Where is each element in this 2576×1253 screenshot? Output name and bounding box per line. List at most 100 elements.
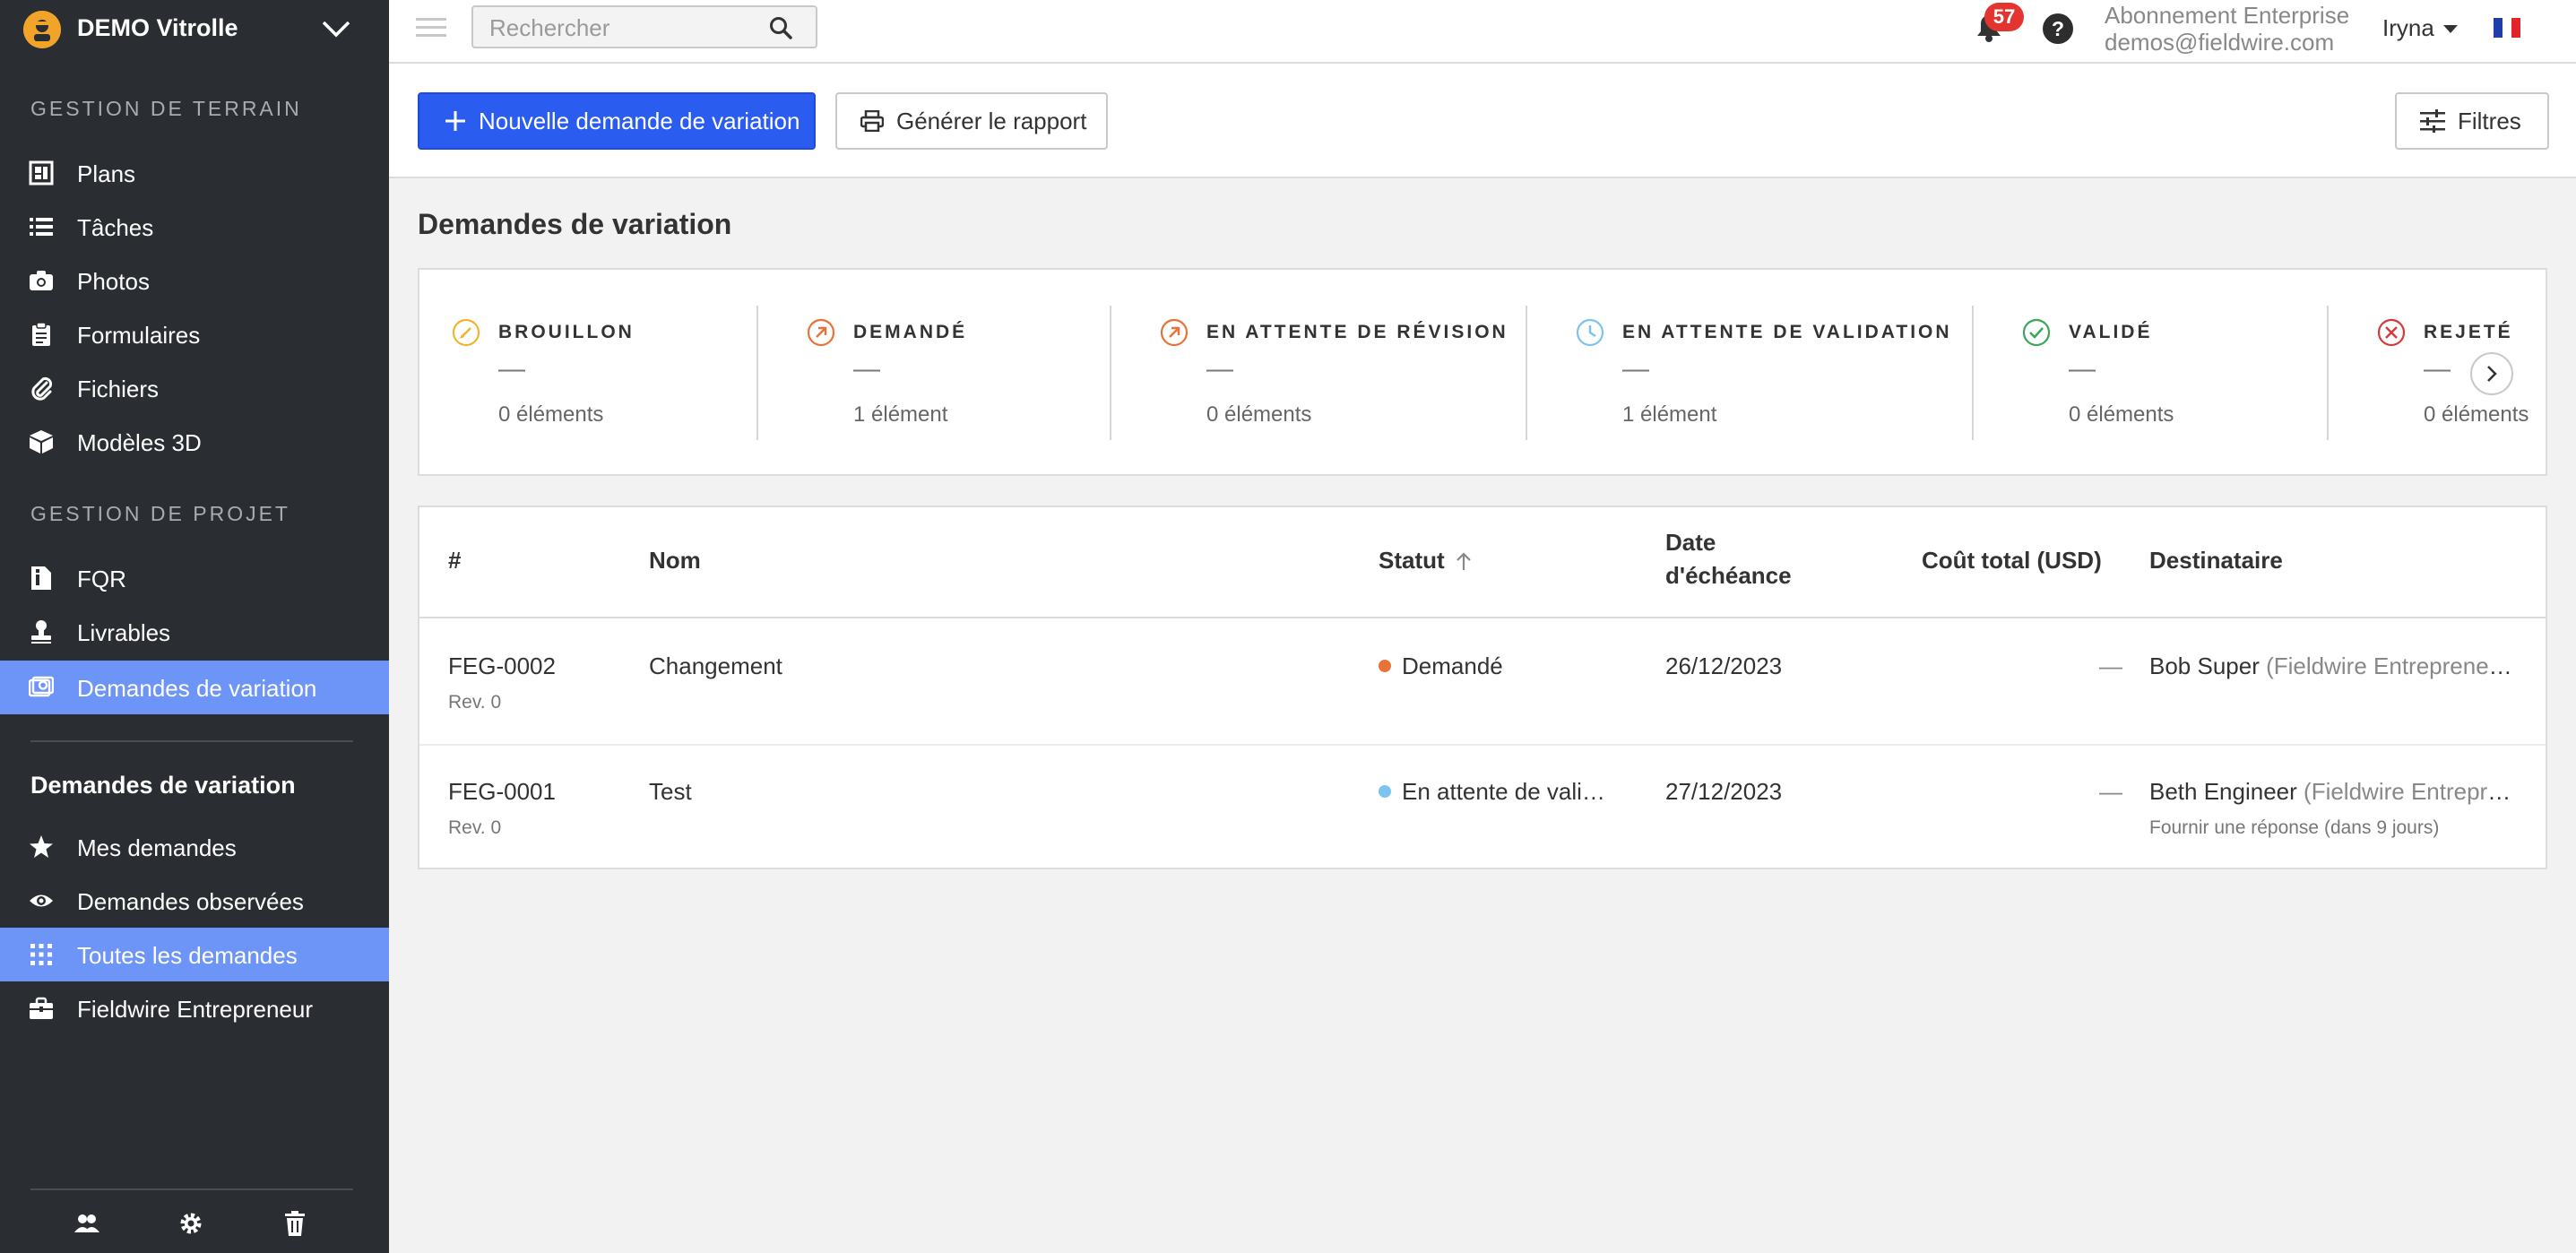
status-divider <box>1972 306 1974 440</box>
sidebar-item-label: Demandes de variation <box>77 675 317 702</box>
status-divider <box>1526 306 1527 440</box>
section-heading-project: GESTION DE PROJET <box>30 502 290 525</box>
status-value: — <box>2424 354 2451 384</box>
sidebar-divider <box>30 740 353 742</box>
status-rejected[interactable]: REJETÉ — 0 éléments <box>2345 270 2546 474</box>
column-header-recipient[interactable]: Destinataire <box>2149 547 2283 575</box>
status-validated[interactable]: VALIDÉ — 0 éléments <box>1990 270 2325 474</box>
plans-icon <box>29 160 54 186</box>
section-heading-field: GESTION DE TERRAIN <box>30 97 302 120</box>
column-header-due-line1: Date <box>1665 529 1716 556</box>
status-count: 0 éléments <box>2424 402 2529 427</box>
caret-down-icon[interactable] <box>2443 25 2458 34</box>
sidebar-item-label: FQR <box>77 566 126 592</box>
subscription-label: Abonnement Enterprise <box>2105 2 2350 29</box>
trash-icon[interactable] <box>281 1210 308 1237</box>
row-status-label: En attente de vali… <box>1402 778 1605 805</box>
chevron-down-icon[interactable] <box>321 18 351 39</box>
column-header-number[interactable]: # <box>448 547 461 575</box>
sidebar-item-all-requests[interactable]: Toutes les demandes <box>0 928 389 981</box>
status-draft[interactable]: BROUILLON — 0 éléments <box>419 270 756 474</box>
sort-ascending-icon[interactable] <box>1456 551 1472 571</box>
account-email: demos@fieldwire.com <box>2105 29 2335 56</box>
cube-icon <box>29 429 54 454</box>
arrow-up-right-circle-icon <box>807 318 835 347</box>
subsection-title: Demandes de variation <box>30 772 296 799</box>
menu-icon[interactable] <box>416 16 446 39</box>
sidebar-item-label: Mes demandes <box>77 834 237 861</box>
sidebar-item-label: Modèles 3D <box>77 429 202 456</box>
sidebar: DEMO Vitrolle GESTION DE TERRAIN Plans T… <box>0 0 389 1253</box>
arrow-up-right-circle-icon <box>1160 318 1189 347</box>
sidebar-item-label: Fieldwire Entrepreneur <box>77 996 314 1023</box>
sidebar-item-my-requests[interactable]: Mes demandes <box>0 820 389 874</box>
sidebar-item-forms[interactable]: Formulaires <box>0 307 389 361</box>
user-menu[interactable]: Iryna <box>2382 14 2434 42</box>
sidebar-item-3d-models[interactable]: Modèles 3D <box>0 415 389 469</box>
sidebar-item-files[interactable]: Fichiers <box>0 361 389 415</box>
status-count: 0 éléments <box>1206 402 1312 427</box>
status-label: VALIDÉ <box>2069 322 2153 342</box>
notification-badge: 57 <box>1984 3 2024 31</box>
new-change-order-label: Nouvelle demande de variation <box>479 107 800 134</box>
row-number: FEG-0001 <box>448 778 556 805</box>
column-header-status[interactable]: Statut <box>1379 547 1472 575</box>
chevron-right-icon[interactable] <box>2470 352 2513 395</box>
sidebar-item-photos[interactable]: Photos <box>0 254 389 307</box>
sliders-icon <box>2420 109 2445 133</box>
sidebar-item-plans[interactable]: Plans <box>0 146 389 200</box>
generate-report-button[interactable]: Générer le rapport <box>835 92 1108 150</box>
sidebar-item-fqr[interactable]: FQR <box>0 551 389 605</box>
action-bar: Nouvelle demande de variation Générer le… <box>389 64 2576 178</box>
status-label: DEMANDÉ <box>853 322 968 342</box>
status-pending-validation[interactable]: EN ATTENTE DE VALIDATION — 1 élément <box>1543 270 1968 474</box>
row-name: Changement <box>649 652 782 679</box>
search-input[interactable] <box>489 13 758 43</box>
column-header-total-cost[interactable]: Coût total (USD) <box>1922 547 2102 575</box>
row-due-date: 27/12/2023 <box>1665 778 1783 805</box>
filters-button[interactable]: Filtres <box>2395 92 2549 150</box>
sidebar-item-tasks[interactable]: Tâches <box>0 200 389 254</box>
recipient-name: Beth Engineer <box>2149 778 2297 805</box>
row-status: En attente de vali… <box>1379 778 1612 806</box>
people-icon[interactable] <box>73 1210 100 1237</box>
row-number: FEG-0002 <box>448 652 556 679</box>
sidebar-item-label: Demandes observées <box>77 888 304 915</box>
sidebar-item-watched-requests[interactable]: Demandes observées <box>0 874 389 928</box>
paperclip-icon <box>29 376 54 401</box>
search-icon[interactable] <box>769 16 792 39</box>
sidebar-item-label: Livrables <box>77 619 171 646</box>
sidebar-item-deliverables[interactable]: Livrables <box>0 605 389 659</box>
status-count: 1 élément <box>853 402 948 427</box>
x-circle-icon <box>2377 318 2406 347</box>
camera-icon <box>29 268 54 293</box>
svg-text:?: ? <box>2052 17 2064 40</box>
project-switcher[interactable]: DEMO Vitrolle <box>0 0 389 57</box>
filters-label: Filtres <box>2458 107 2521 134</box>
grid-icon <box>29 942 54 967</box>
clipboard-icon <box>29 322 54 347</box>
help-icon[interactable]: ? <box>2042 13 2074 45</box>
status-pending-review[interactable]: EN ATTENTE DE RÉVISION — 0 éléments <box>1128 270 1522 474</box>
printer-icon <box>860 110 884 132</box>
column-header-due-date[interactable]: Date d'échéance <box>1665 529 1792 590</box>
change-orders-table: # Nom Statut Date d'échéance Coût total … <box>418 506 2547 869</box>
row-total-cost: — <box>2099 778 2122 805</box>
new-change-order-button[interactable]: Nouvelle demande de variation <box>418 92 816 150</box>
recipient-organization: (Fieldwire Entrepre… <box>2304 778 2517 805</box>
status-value: — <box>853 354 880 384</box>
sidebar-item-contractor[interactable]: Fieldwire Entrepreneur <box>0 981 389 1035</box>
status-count: 0 éléments <box>498 402 604 427</box>
column-header-name[interactable]: Nom <box>649 547 701 575</box>
row-total-cost: — <box>2099 652 2122 679</box>
table-row[interactable]: FEG-0002 Rev. 0 Changement Demandé 26/12… <box>419 618 2546 744</box>
status-divider <box>2327 306 2329 440</box>
row-response-note: Fournir une réponse (dans 9 jours) <box>2149 817 2440 838</box>
sidebar-item-change-orders[interactable]: Demandes de variation <box>0 661 389 714</box>
status-requested[interactable]: DEMANDÉ — 1 élément <box>774 270 1110 474</box>
french-flag-icon[interactable] <box>2494 18 2520 38</box>
column-header-status-label: Statut <box>1379 547 1445 574</box>
table-row[interactable]: FEG-0001 Rev. 0 Test En attente de vali…… <box>419 744 2546 869</box>
gear-icon[interactable] <box>177 1210 204 1237</box>
sidebar-item-label: Formulaires <box>77 322 201 349</box>
